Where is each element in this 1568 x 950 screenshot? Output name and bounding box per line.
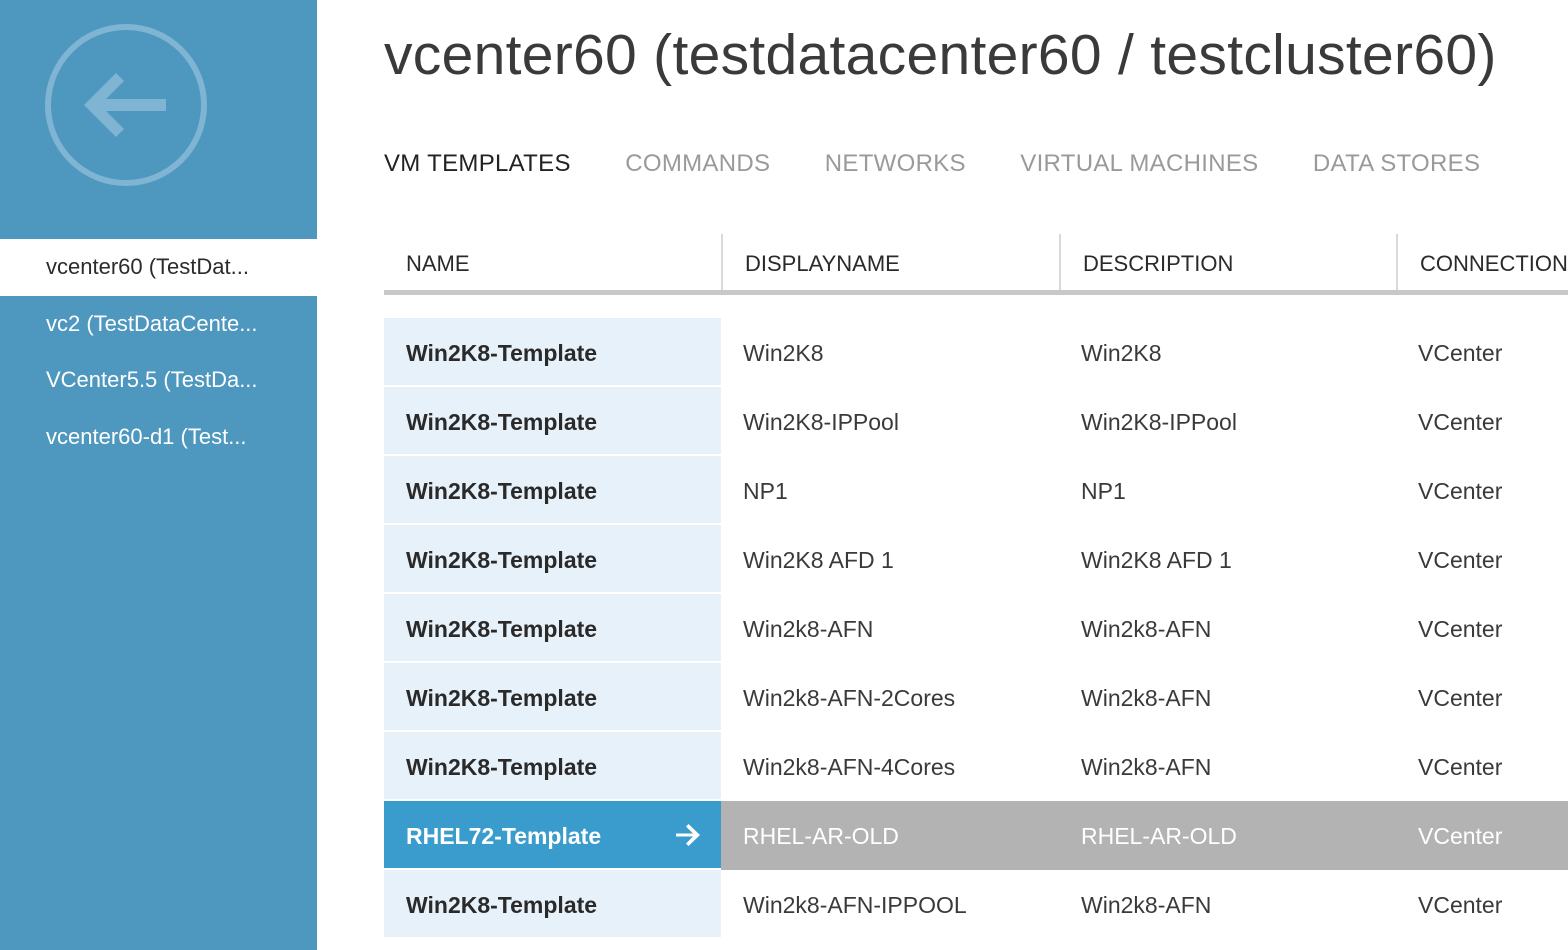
cell-displayname: Win2K8 [743,340,824,366]
cell-name: Win2K8-Template [384,318,721,387]
table-row-selected[interactable]: RHEL72-Template RHEL-AR-OLD RHEL-AR-OLD … [384,801,1568,870]
cell-description: Win2k8-AFN [1081,685,1212,711]
sidebar-header [0,0,317,238]
cell-description: Win2k8-AFN [1081,616,1212,642]
back-arrow-icon [45,24,207,186]
table-body: Win2K8-Template Win2K8 Win2K8 VCenter Wi… [384,318,1568,939]
cell-description: RHEL-AR-OLD [1059,801,1396,870]
cell-description: NP1 [1081,478,1126,504]
cell-name: RHEL72-Template [384,801,721,870]
table-row[interactable]: Win2K8-Template Win2k8-AFN-IPPOOL Win2k8… [384,870,1568,939]
cell-connection: VCenter [1418,892,1503,918]
sidebar-item-vc2[interactable]: vc2 (TestDataCente... [0,296,317,353]
tab-data-stores[interactable]: DATA STORES [1313,150,1480,178]
page-title: vcenter60 (testdatacenter60 / testcluste… [384,23,1497,87]
cell-connection: VCenter [1418,478,1503,504]
cell-connection: VCenter [1396,801,1568,870]
table-row[interactable]: Win2K8-Template Win2K8 AFD 1 Win2K8 AFD … [384,525,1568,594]
cell-description: Win2K8 AFD 1 [1081,547,1232,573]
arrow-right-icon[interactable] [674,823,704,847]
back-button[interactable] [44,23,208,187]
column-header-description[interactable]: DESCRIPTION [1059,234,1396,290]
cell-name: Win2K8-Template [384,732,721,801]
sidebar-nav: vcenter60 (TestDat... vc2 (TestDataCente… [0,239,317,465]
cell-connection: VCenter [1418,547,1503,573]
tab-bar: VM TEMPLATES COMMANDS NETWORKS VIRTUAL M… [384,150,1530,190]
cell-name: Win2K8-Template [384,870,721,939]
cell-connection: VCenter [1418,409,1503,435]
cell-description: Win2K8-IPPool [1081,409,1237,435]
cell-connection: VCenter [1418,685,1503,711]
cell-displayname: Win2k8-AFN-2Cores [743,685,956,711]
cell-description: Win2k8-AFN [1081,754,1212,780]
table-row[interactable]: Win2K8-Template Win2K8 Win2K8 VCenter [384,318,1568,387]
sidebar-item-vcenter60-d1[interactable]: vcenter60-d1 (Test... [0,409,317,466]
cell-connection: VCenter [1418,754,1503,780]
cell-name: Win2K8-Template [384,387,721,456]
cell-name: Win2K8-Template [384,525,721,594]
cell-name: Win2K8-Template [384,594,721,663]
cell-connection: VCenter [1418,340,1503,366]
table-row[interactable]: Win2K8-Template Win2k8-AFN Win2k8-AFN VC… [384,594,1568,663]
column-header-connection[interactable]: CONNECTION [1396,234,1568,290]
column-header-name[interactable]: NAME [384,234,721,290]
tab-networks[interactable]: NETWORKS [825,150,966,178]
table-row[interactable]: Win2K8-Template Win2k8-AFN-2Cores Win2k8… [384,663,1568,732]
cell-displayname: Win2K8-IPPool [743,409,899,435]
table-row[interactable]: Win2K8-Template NP1 NP1 VCenter [384,456,1568,525]
cell-description: Win2k8-AFN [1081,892,1212,918]
table-row[interactable]: Win2K8-Template Win2k8-AFN-4Cores Win2k8… [384,732,1568,801]
sidebar-item-vcenter55[interactable]: VCenter5.5 (TestDa... [0,352,317,409]
sidebar: vcenter60 (TestDat... vc2 (TestDataCente… [0,0,317,950]
cell-displayname: Win2k8-AFN-4Cores [743,754,956,780]
tab-virtual-machines[interactable]: VIRTUAL MACHINES [1020,150,1258,178]
sidebar-item-vcenter60[interactable]: vcenter60 (TestDat... [0,239,317,296]
table-header: NAME DISPLAYNAME DESCRIPTION CONNECTION [384,234,1568,295]
app-window: vcenter60 (TestDat... vc2 (TestDataCente… [0,0,1568,950]
cell-description: Win2K8 [1081,340,1162,366]
cell-name: Win2K8-Template [384,456,721,525]
column-header-displayname[interactable]: DISPLAYNAME [721,234,1059,290]
tab-vm-templates[interactable]: VM TEMPLATES [384,150,571,178]
table-row[interactable]: Win2K8-Template Win2K8-IPPool Win2K8-IPP… [384,387,1568,456]
tab-commands[interactable]: COMMANDS [625,150,770,178]
vm-templates-table: NAME DISPLAYNAME DESCRIPTION CONNECTION … [384,234,1568,939]
cell-displayname: RHEL-AR-OLD [721,801,1059,870]
cell-displayname: NP1 [743,478,788,504]
cell-displayname: Win2k8-AFN-IPPOOL [743,892,967,918]
cell-displayname: Win2K8 AFD 1 [743,547,894,573]
cell-name: Win2K8-Template [384,663,721,732]
cell-connection: VCenter [1418,616,1503,642]
cell-displayname: Win2k8-AFN [743,616,874,642]
